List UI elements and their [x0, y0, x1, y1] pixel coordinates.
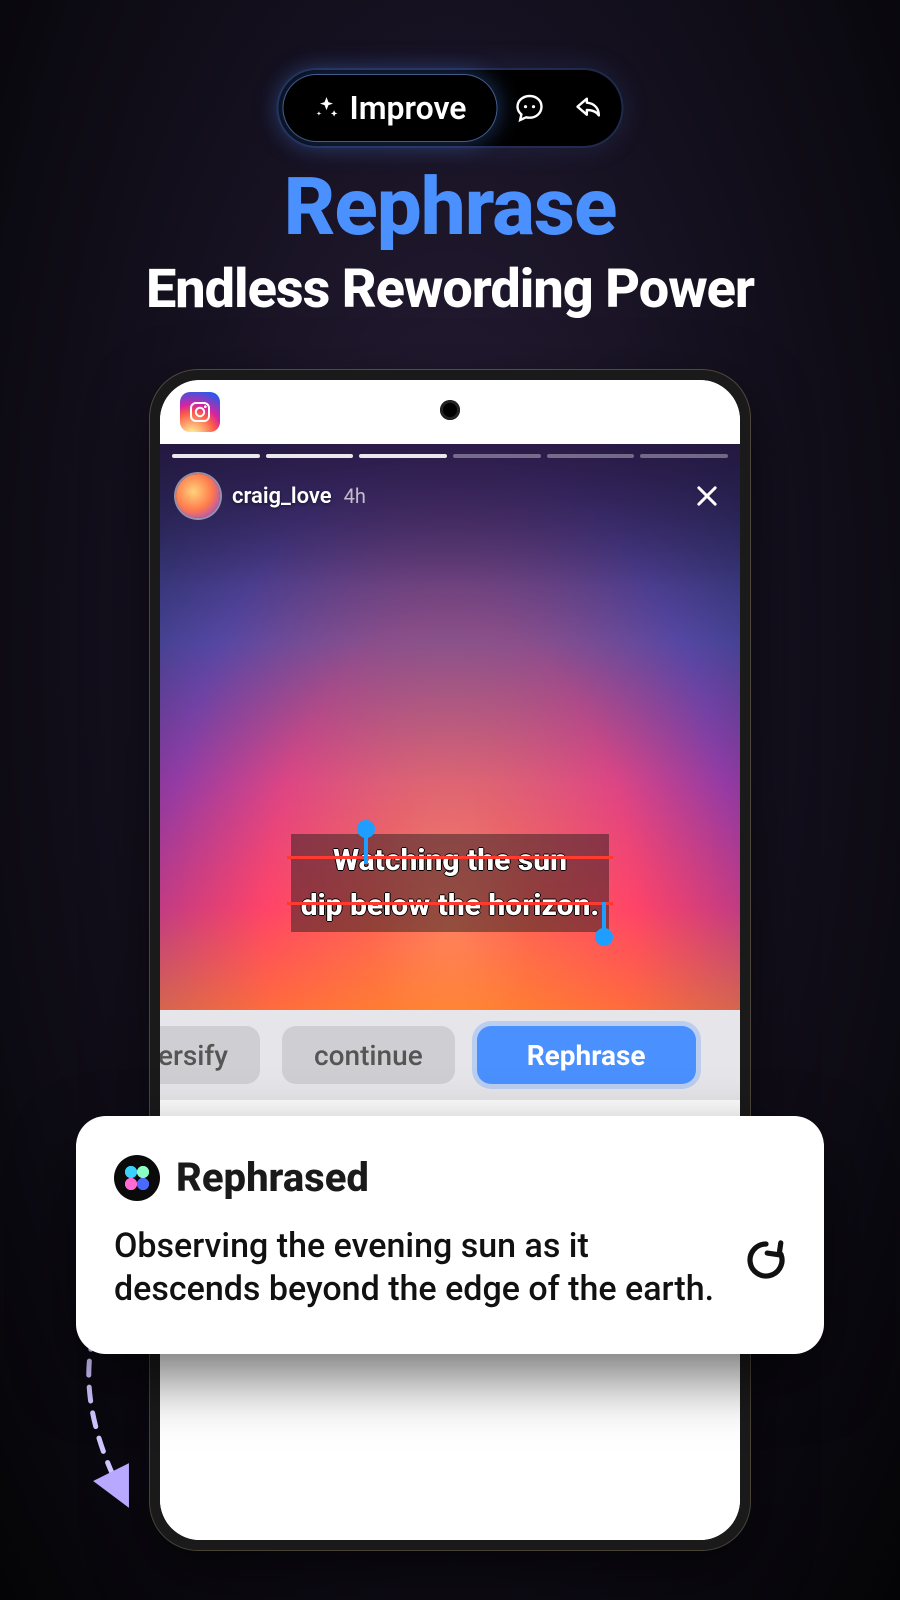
selected-text-content: Watching the sun dip below the horizon.: [301, 838, 600, 928]
phone-camera-icon: [440, 400, 460, 420]
chat-button[interactable]: [502, 80, 558, 136]
story-timestamp: 4h: [344, 484, 366, 508]
story-progress: [172, 454, 728, 458]
phone-mockup: craig_love 4h Watching the sun dip below…: [150, 370, 750, 1550]
reply-button[interactable]: [562, 80, 618, 136]
avatar[interactable]: [176, 474, 220, 518]
continue-button[interactable]: continue: [282, 1026, 455, 1084]
instagram-logo-icon: [180, 392, 220, 432]
regenerate-button[interactable]: [742, 1236, 790, 1284]
story-image: craig_love 4h Watching the sun dip below…: [160, 444, 740, 1010]
result-card: Rephrased Observing the evening sun as i…: [76, 1116, 824, 1354]
close-icon: [693, 482, 721, 510]
sparkle-icon: [314, 95, 340, 121]
improve-button[interactable]: Improve: [283, 74, 498, 142]
selection-handle-start-icon[interactable]: [357, 820, 375, 838]
result-title: Rephrased: [176, 1154, 369, 1201]
rephrase-button[interactable]: Rephrase: [477, 1026, 696, 1084]
app-logo-icon: [114, 1155, 160, 1201]
page-headline: Rephrase: [0, 160, 900, 254]
keyboard-action-bar: ersify continue Rephrase: [160, 1010, 740, 1100]
close-button[interactable]: [690, 479, 724, 513]
top-toolbar: Improve: [279, 70, 622, 146]
improve-label: Improve: [350, 89, 467, 127]
chat-bubble-icon: [514, 92, 546, 124]
page-subheadline: Endless Rewording Power: [0, 258, 900, 321]
selected-text[interactable]: Watching the sun dip below the horizon.: [240, 834, 660, 932]
refresh-icon: [742, 1236, 790, 1284]
story-username[interactable]: craig_love: [232, 484, 332, 509]
selection-handle-end-icon[interactable]: [595, 928, 613, 946]
diversify-button[interactable]: ersify: [160, 1026, 260, 1084]
reply-arrow-icon: [574, 92, 606, 124]
result-body: Observing the evening sun as it descends…: [114, 1225, 786, 1310]
